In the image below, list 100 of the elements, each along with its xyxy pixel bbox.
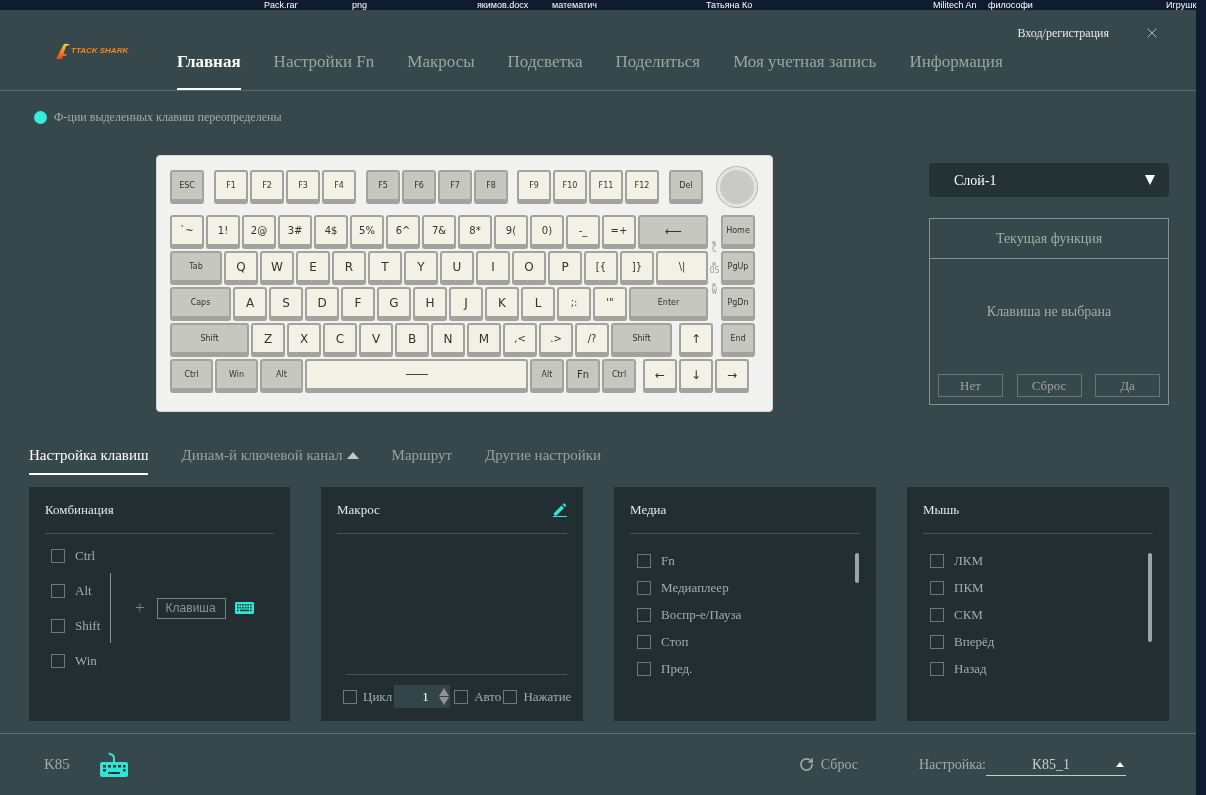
checkbox[interactable] [503,689,518,704]
keyboard-key[interactable]: S [269,287,303,321]
checkbox[interactable] [930,580,944,595]
scrollbar-thumb[interactable] [855,553,859,583]
keyboard-key[interactable]: /? [575,323,609,357]
login-link[interactable]: Вход/регистрация [1017,25,1109,41]
checkbox[interactable] [637,580,651,595]
keyboard-key[interactable]: F4 [322,170,356,204]
keyboard-key[interactable]: Del [669,170,703,204]
keyboard-key[interactable]: Fn [566,359,600,393]
sub-tab[interactable]: Динам-й ключевой канал [181,445,359,475]
keyboard-key[interactable]: F1 [214,170,248,204]
checkbox[interactable] [51,618,65,633]
keyboard-key[interactable]: F6 [402,170,436,204]
keyboard-key[interactable]: J [449,287,483,321]
reset-button[interactable]: Сброс [798,754,858,775]
checkbox[interactable] [454,689,469,704]
keyboard-key[interactable]: T [368,251,402,285]
keyboard-key[interactable]: 1! [206,215,240,249]
nav-tab[interactable]: Поделиться [615,41,701,90]
keyboard-key[interactable]: Y [404,251,438,285]
desktop-icon-label[interactable]: якимов.docx [477,0,529,10]
keyboard-key[interactable]: F3 [286,170,320,204]
keyboard-key[interactable]: PgDn [721,287,755,321]
keyboard-key[interactable]: V [359,323,393,357]
keyboard-key[interactable]: L [521,287,555,321]
keyboard-key[interactable]: F8 [474,170,508,204]
keyboard-key[interactable]: 0) [530,215,564,249]
keyboard-key[interactable]: Caps [170,287,231,321]
checkbox[interactable] [930,634,944,649]
keyboard-key[interactable]: F10 [553,170,587,204]
count-field[interactable]: 1 [394,685,451,708]
keyboard-key[interactable]: Win [215,359,258,393]
keyboard-key[interactable]: F2 [250,170,284,204]
keyboard-key[interactable]: Enter [629,287,708,321]
keyboard-key[interactable]: M [467,323,501,357]
checkbox[interactable] [51,653,65,668]
sub-tab[interactable]: Другие настройки [485,445,602,475]
layer-dropdown[interactable]: Слой-1 [929,163,1169,197]
keyboard-key[interactable]: ↓ [679,359,713,393]
nav-tab[interactable]: Информация [909,41,1003,90]
checkbox[interactable] [930,661,944,676]
keyboard-key[interactable]: F [341,287,375,321]
keyboard-key[interactable]: 7& [422,215,456,249]
scrollbar-thumb[interactable] [1148,553,1152,642]
keyboard-icon[interactable] [99,752,128,777]
keyboard-key[interactable]: F7 [438,170,472,204]
keyboard-key[interactable]: Ctrl [170,359,213,393]
keyboard-key[interactable]: 9( [494,215,528,249]
keyboard-key[interactable]: ;: [557,287,591,321]
keyboard-key[interactable]: .> [539,323,573,357]
keyboard-key[interactable]: [{ [584,251,618,285]
keyboard-key[interactable]: G [377,287,411,321]
keyboard-key[interactable]: Home [721,215,755,249]
keyboard-key[interactable]: ↑ [679,323,713,357]
action-button[interactable]: Нет [938,374,1003,397]
sub-tab[interactable]: Настройка клавиш [29,445,149,475]
action-button[interactable]: Да [1095,374,1160,397]
checkbox[interactable] [637,634,651,649]
keyboard-key[interactable]: -_ [566,215,600,249]
keyboard-key[interactable]: O [512,251,546,285]
keyboard-key[interactable]: `~ [170,215,204,249]
keyboard-key[interactable]: Z [251,323,285,357]
keyboard-icon[interactable] [234,602,254,614]
keyboard-key[interactable]: 4$ [314,215,348,249]
keyboard-key[interactable]: Q [224,251,258,285]
nav-tab[interactable]: Макросы [407,41,475,90]
keyboard-key[interactable]: PgUp [721,251,755,285]
keyboard-key[interactable]: X [287,323,321,357]
keyboard-key[interactable]: D [305,287,339,321]
keyboard-key[interactable]: K [485,287,519,321]
keyboard-key[interactable]: Shift [611,323,672,357]
keyboard-key[interactable]: ESC [170,170,204,204]
keyboard-key[interactable]: Alt [260,359,303,393]
keyboard-key[interactable]: H [413,287,447,321]
keyboard-key[interactable]: 5% [350,215,384,249]
keyboard-key[interactable]: E [296,251,330,285]
checkbox[interactable] [930,553,944,568]
checkbox[interactable] [343,689,357,704]
desktop-icon-label[interactable]: png [352,0,368,10]
keyboard-key[interactable]: B [395,323,429,357]
keyboard-key[interactable]: R [332,251,366,285]
keyboard-key[interactable]: U [440,251,474,285]
keyboard-key[interactable]: I [476,251,510,285]
checkbox[interactable] [51,548,65,563]
keyboard-key[interactable]: → [715,359,749,393]
keyboard-key[interactable]: ]} [620,251,654,285]
checkbox[interactable] [51,583,65,598]
desktop-icon-label[interactable]: Militech An [933,0,977,10]
checkbox[interactable] [930,607,944,622]
rotary-knob[interactable] [717,167,757,207]
keyboard-key[interactable]: N [431,323,465,357]
desktop-icon-label[interactable]: Татьяна Ко [706,0,753,10]
keyboard-key[interactable]: ⟵ [638,215,708,249]
keyboard-key[interactable]: ,< [503,323,537,357]
keyboard-key[interactable]: A [233,287,267,321]
checkbox[interactable] [637,553,651,568]
keyboard-key[interactable]: '" [593,287,627,321]
decrement-arrow-icon[interactable] [439,697,450,705]
desktop-icon-label[interactable]: математич [552,0,597,10]
